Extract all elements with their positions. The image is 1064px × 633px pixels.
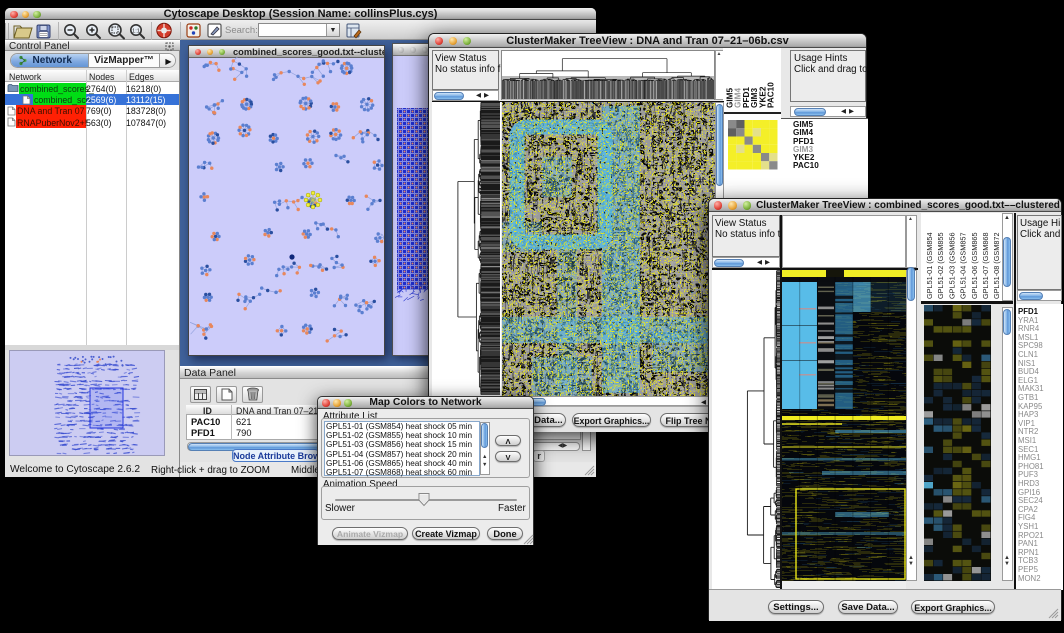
svg-text:GPL51-03 (GSM856: GPL51-03 (GSM856 [947,232,956,299]
svg-text:GPL51-06 (GSM865: GPL51-06 (GSM865 [970,232,979,299]
svg-text:GPL51-08 (GSM872: GPL51-08 (GSM872 [992,232,1001,299]
svg-text:GPL51-02 (GSM855: GPL51-02 (GSM855 [936,232,945,299]
svg-text:GPL51-01 (GSM854: GPL51-01 (GSM854 [925,232,934,299]
svg-text:GPL51-07 (GSM868: GPL51-07 (GSM868 [981,232,990,299]
svg-text:1:1: 1:1 [132,29,140,35]
svg-text:PAC10: PAC10 [767,82,776,108]
svg-text:GPL51-04 (GSM857: GPL51-04 (GSM857 [959,232,968,299]
